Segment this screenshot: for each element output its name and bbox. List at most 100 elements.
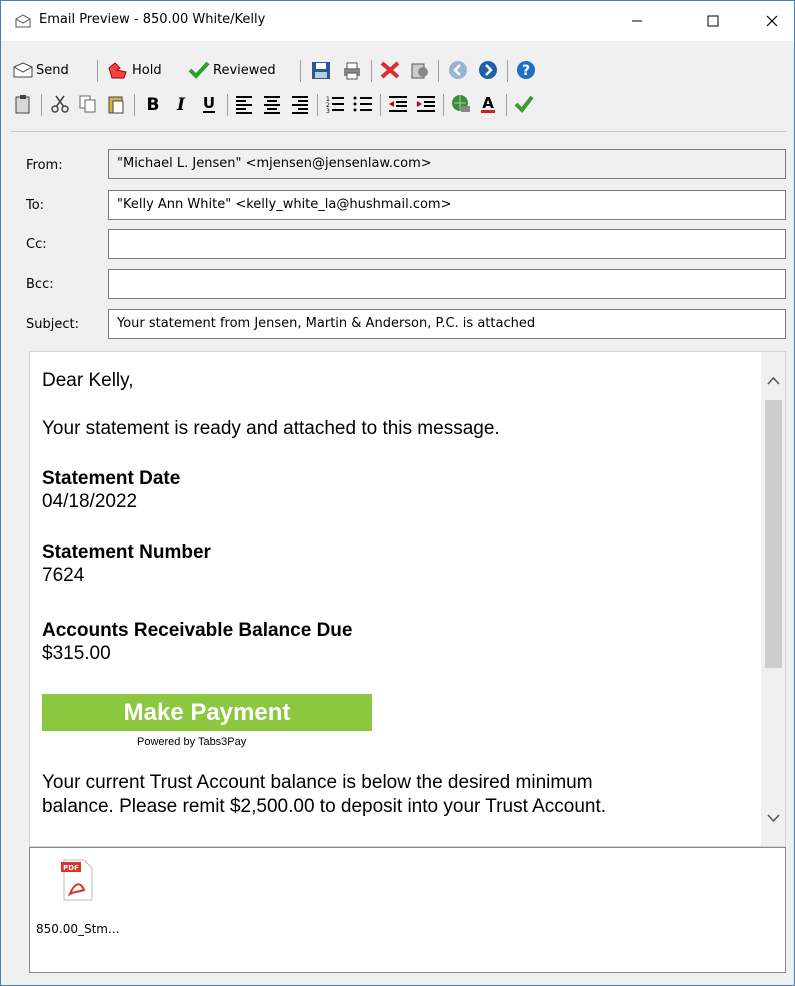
save-disk-icon [312,62,330,79]
bullet-list-button[interactable] [352,92,374,116]
underline-button[interactable]: U [199,92,219,116]
bold-button[interactable]: B [143,92,163,116]
spell-check-button[interactable] [513,92,535,116]
paste-button[interactable] [105,92,127,116]
insert-link-button[interactable] [450,92,472,116]
toolbar-separator [97,60,98,82]
send-envelope-icon [13,62,33,78]
maximize-icon [707,15,719,27]
close-button[interactable] [749,1,795,41]
previous-button[interactable] [447,58,469,82]
align-left-button[interactable] [234,92,254,116]
statement-date-value: 04/18/2022 [42,491,138,512]
align-right-button[interactable] [290,92,310,116]
save-button[interactable] [310,58,332,82]
svg-text:I: I [176,95,186,115]
bullet-list-icon [353,96,372,112]
subject-field[interactable]: Your statement from Jensen, Martin & And… [108,309,786,339]
hold-button[interactable]: Hold [106,58,162,82]
scroll-down-icon[interactable] [767,814,780,823]
delete-button[interactable] [379,58,401,82]
help-question-icon: ? [517,61,535,79]
balance-due-value: $315.00 [42,643,111,664]
minimize-button[interactable] [614,1,660,41]
align-center-icon [264,96,280,114]
scissors-icon [51,95,69,113]
toolbar-separator [443,94,444,116]
pdf-type-label: PDF [63,864,79,872]
statement-date-heading: Statement Date [42,468,181,489]
maximize-button[interactable] [690,1,736,41]
toolbar-separator [300,60,301,82]
toolbar-separator [438,60,439,82]
intro-text: Your statement is ready and attached to … [42,418,500,439]
send-label: Send [36,62,69,78]
toolbar-separator [506,94,507,116]
globe-link-icon [452,95,470,112]
paste-icon [108,96,124,114]
copy-button[interactable] [77,92,99,116]
subject-label: Subject: [26,317,79,332]
toolbar-separator [317,94,318,116]
align-left-icon [236,96,252,114]
toolbar-separator [227,94,228,116]
numbered-list-button[interactable]: 123 [324,92,346,116]
attachment-filename[interactable]: 850.00_Stm... [36,922,119,936]
cc-field[interactable] [108,229,786,259]
font-color-button[interactable]: A [478,92,500,116]
scroll-thumb[interactable] [765,400,782,668]
vertical-scrollbar[interactable] [761,352,785,846]
attach-button[interactable] [409,58,431,82]
statement-number-heading: Statement Number [42,542,211,563]
send-button[interactable]: Send [12,58,69,82]
statement-number-value: 7624 [42,565,85,586]
decrease-indent-button[interactable] [387,92,409,116]
numbered-list-icon: 123 [326,96,344,115]
cut-button[interactable] [49,92,71,116]
svg-text:A: A [482,94,494,112]
italic-button[interactable]: I [171,92,191,116]
balance-due-heading: Accounts Receivable Balance Due [42,620,353,641]
envelope-icon [15,14,31,28]
align-center-button[interactable] [262,92,282,116]
cc-label: Cc: [26,237,47,252]
toolbar-actions: Send Hold Reviewed ? [1,58,794,86]
pdf-file-icon: PDF [61,859,93,901]
hold-label: Hold [132,62,162,78]
bcc-field[interactable] [108,269,786,299]
print-icon [344,62,360,80]
scroll-up-icon[interactable] [767,376,780,385]
italic-icon: I [176,95,186,115]
clipboard-icon [15,95,30,114]
align-right-icon [292,96,308,114]
reviewed-button[interactable]: Reviewed [187,58,276,82]
toolbar-separator [380,94,381,116]
toolbar-separator [41,94,42,116]
close-icon [766,15,778,27]
indent-icon [417,96,435,112]
underline-icon: U [203,94,215,113]
trust-notice-line1: Your current Trust Account balance is be… [42,772,593,793]
paste-special-button[interactable] [12,92,34,116]
attachment-item[interactable]: PDF [60,858,94,908]
from-field[interactable]: "Michael L. Jensen" <mjensen@jensenlaw.c… [108,149,786,179]
reviewed-check-icon [188,61,210,79]
arrow-left-icon [449,61,467,79]
toolbar-separator [371,60,372,82]
message-body[interactable]: Dear Kelly, Your statement is ready and … [29,351,786,847]
increase-indent-button[interactable] [415,92,437,116]
trust-notice-line2: balance. Please remit $2,500.00 to depos… [42,796,607,817]
make-payment-button[interactable]: Make Payment [42,694,372,731]
help-button[interactable]: ? [515,58,537,82]
svg-text:U: U [203,94,215,112]
attach-file-icon [411,63,428,79]
svg-text:?: ? [522,63,530,79]
title-bar: Email Preview - 850.00 White/Kelly [1,1,794,41]
to-field[interactable]: "Kelly Ann White" <kelly_white_la@hushma… [108,190,786,220]
next-button[interactable] [477,58,499,82]
print-button[interactable] [341,58,363,82]
email-preview-window: Email Preview - 850.00 White/Kelly Send … [0,0,795,986]
outdent-icon [389,96,407,112]
toolbar-formatting: B I U 123 A [1,92,794,120]
delete-x-icon [380,61,400,79]
